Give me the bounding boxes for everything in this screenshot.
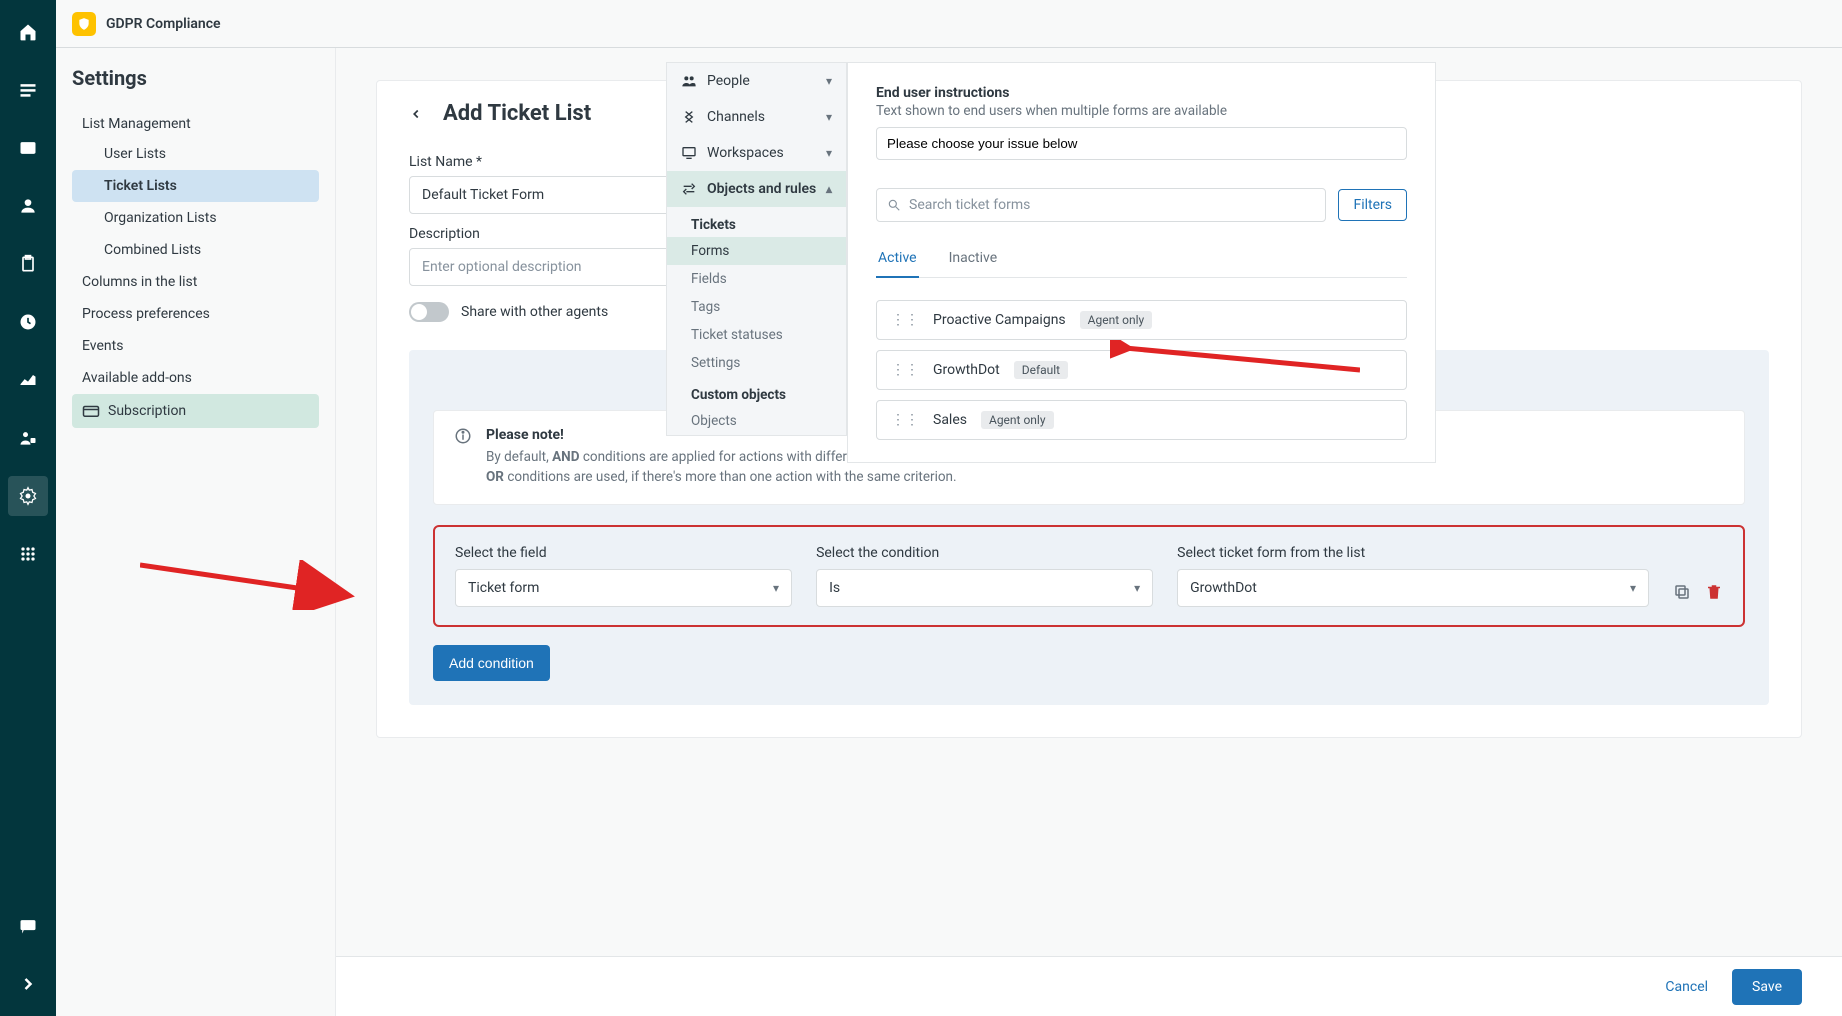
share-toggle[interactable]: [409, 302, 449, 322]
fnav-tags[interactable]: Tags: [667, 293, 846, 321]
add-condition-button[interactable]: Add condition: [433, 645, 550, 681]
rail-chart-icon[interactable]: [8, 360, 48, 400]
cond-value-label: Select ticket form from the list: [1177, 545, 1649, 561]
back-button[interactable]: [409, 107, 423, 121]
fp-search-input[interactable]: Search ticket forms: [876, 188, 1326, 222]
rail-gear-icon[interactable]: [8, 476, 48, 516]
fnav-custom-objects-hd: Custom objects: [667, 377, 846, 407]
admin-nav-panel: People ▾ Channels ▾ Workspaces ▾ Objects…: [666, 62, 847, 436]
footer: Cancel Save: [336, 956, 1842, 1016]
chevron-down-icon: ▾: [1134, 581, 1140, 595]
fp-filters-button[interactable]: Filters: [1338, 189, 1407, 221]
rail-user-icon[interactable]: [8, 186, 48, 226]
rail-userlock-icon[interactable]: [8, 418, 48, 458]
fp-item-name: Sales: [933, 412, 967, 428]
icon-rail: [0, 0, 56, 1016]
settings-title: Settings: [72, 66, 319, 90]
settings-sidebar: Settings List Management User Lists Tick…: [56, 48, 336, 1016]
fp-tabs: Active Inactive: [876, 240, 1407, 278]
cond-condition-label: Select the condition: [816, 545, 1153, 561]
rail-inbox-icon[interactable]: [8, 128, 48, 168]
app-logo-icon: [72, 12, 96, 36]
fp-instructions-input[interactable]: [876, 127, 1407, 160]
rail-clipboard-icon[interactable]: [8, 244, 48, 284]
search-icon: [887, 198, 901, 212]
nav-addons[interactable]: Available add-ons: [72, 362, 319, 394]
cond-field-col: Select the field Ticket form ▾: [455, 545, 792, 607]
rail-bottom: [8, 906, 48, 1004]
chevron-down-icon: ▾: [1630, 581, 1636, 595]
page-title: Add Ticket List: [443, 101, 591, 126]
cond-actions: [1673, 583, 1723, 607]
fnav-ticket-statuses[interactable]: Ticket statuses: [667, 321, 846, 349]
rail-clock-icon[interactable]: [8, 302, 48, 342]
chevron-down-icon: ▾: [826, 74, 832, 88]
chevron-down-icon: ▾: [773, 581, 779, 595]
fp-item[interactable]: ⋮⋮ Sales Agent only: [876, 400, 1407, 440]
fnav-fields[interactable]: Fields: [667, 265, 846, 293]
fp-item[interactable]: ⋮⋮ GrowthDot Default: [876, 350, 1407, 390]
fp-tab-active[interactable]: Active: [876, 240, 919, 278]
fp-item-badge: Agent only: [1080, 311, 1153, 329]
rail-chevron-icon[interactable]: [8, 964, 48, 1004]
nav-events[interactable]: Events: [72, 330, 319, 362]
fnav-people[interactable]: People ▾: [667, 63, 846, 99]
fnav-objects-rules[interactable]: Objects and rules ▴: [667, 171, 846, 207]
fp-item[interactable]: ⋮⋮ Proactive Campaigns Agent only: [876, 300, 1407, 340]
fnav-objects[interactable]: Objects: [667, 407, 846, 435]
cond-condition-col: Select the condition Is ▾: [816, 545, 1153, 607]
cond-field-label: Select the field: [455, 545, 792, 561]
drag-handle-icon[interactable]: ⋮⋮: [891, 312, 919, 328]
app-title: GDPR Compliance: [106, 16, 221, 32]
rail-comment-icon[interactable]: [8, 906, 48, 946]
rail-list-icon[interactable]: [8, 70, 48, 110]
nav-organization-lists[interactable]: Organization Lists: [72, 202, 319, 234]
condition-row: Select the field Ticket form ▾ Select th…: [433, 525, 1745, 627]
share-label: Share with other agents: [461, 304, 608, 320]
nav-list-management[interactable]: List Management: [72, 106, 319, 138]
nav-subscription-label: Subscription: [108, 403, 186, 419]
fp-search-row: Search ticket forms Filters: [876, 188, 1407, 222]
ticket-forms-panel: End user instructions Text shown to end …: [847, 62, 1436, 463]
fp-instructions-sub: Text shown to end users when multiple fo…: [876, 103, 1407, 119]
chevron-down-icon: ▾: [826, 110, 832, 124]
fnav-channels[interactable]: Channels ▾: [667, 99, 846, 135]
cond-field-select[interactable]: Ticket form ▾: [455, 569, 792, 607]
copy-icon[interactable]: [1673, 583, 1691, 601]
trash-icon[interactable]: [1705, 583, 1723, 601]
fnav-workspaces[interactable]: Workspaces ▾: [667, 135, 846, 171]
nav-subscription[interactable]: Subscription: [72, 394, 319, 428]
cond-value-col: Select ticket form from the list GrowthD…: [1177, 545, 1649, 607]
fnav-settings[interactable]: Settings: [667, 349, 846, 377]
topbar: GDPR Compliance: [56, 0, 1842, 48]
drag-handle-icon[interactable]: ⋮⋮: [891, 412, 919, 428]
cond-condition-select[interactable]: Is ▾: [816, 569, 1153, 607]
fp-item-badge: Default: [1014, 361, 1068, 379]
note-line2: OR conditions are used, if there's more …: [486, 467, 957, 487]
nav-combined-lists[interactable]: Combined Lists: [72, 234, 319, 266]
rail-home-icon[interactable]: [8, 12, 48, 52]
fp-item-name: Proactive Campaigns: [933, 312, 1066, 328]
chevron-up-icon: ▴: [826, 182, 832, 196]
fnav-forms[interactable]: Forms: [667, 237, 846, 265]
cond-value-select[interactable]: GrowthDot ▾: [1177, 569, 1649, 607]
fp-tab-inactive[interactable]: Inactive: [947, 240, 1000, 277]
fp-list: ⋮⋮ Proactive Campaigns Agent only ⋮⋮ Gro…: [876, 300, 1407, 440]
save-button[interactable]: Save: [1732, 969, 1802, 1005]
nav-ticket-lists[interactable]: Ticket Lists: [72, 170, 319, 202]
credit-card-icon: [82, 402, 100, 420]
fp-item-badge: Agent only: [981, 411, 1054, 429]
info-icon: [454, 427, 472, 488]
nav-user-lists[interactable]: User Lists: [72, 138, 319, 170]
fp-instructions-title: End user instructions: [876, 85, 1407, 101]
nav-process-prefs[interactable]: Process preferences: [72, 298, 319, 330]
rail-grid-icon[interactable]: [8, 534, 48, 574]
chevron-down-icon: ▾: [826, 146, 832, 160]
fp-item-name: GrowthDot: [933, 362, 1000, 378]
fnav-tickets-hd: Tickets: [667, 207, 846, 237]
nav-columns[interactable]: Columns in the list: [72, 266, 319, 298]
cancel-button[interactable]: Cancel: [1665, 979, 1708, 995]
drag-handle-icon[interactable]: ⋮⋮: [891, 362, 919, 378]
